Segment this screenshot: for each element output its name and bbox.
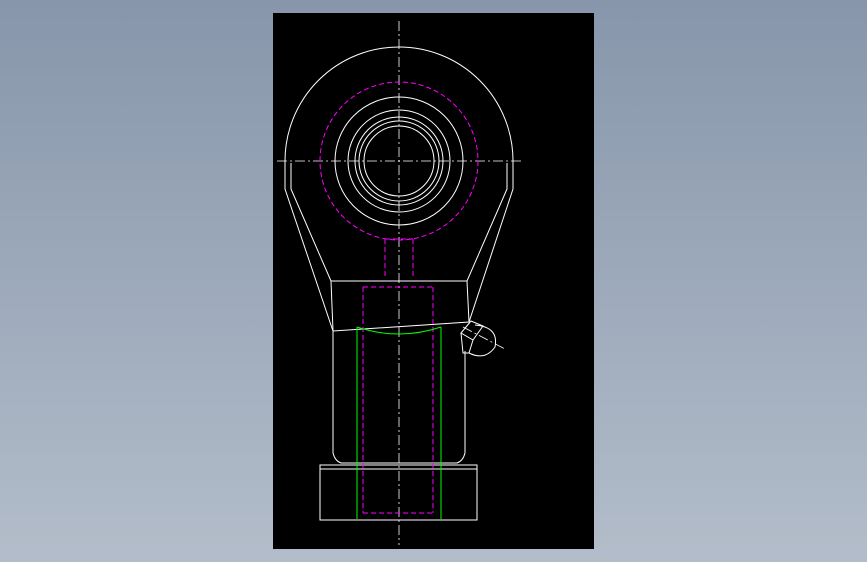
grease-nipple-stem: [460, 332, 469, 354]
thread-bore-hidden: [362, 286, 434, 514]
grease-nipple-body: [460, 320, 484, 341]
centerlines: [277, 21, 523, 545]
cad-viewport[interactable]: [273, 13, 594, 549]
hex-nut: [319, 464, 478, 521]
grease-nipple-cap: [468, 324, 497, 357]
grease-nipple: [460, 320, 497, 357]
rod-end-drawing: [277, 21, 523, 545]
